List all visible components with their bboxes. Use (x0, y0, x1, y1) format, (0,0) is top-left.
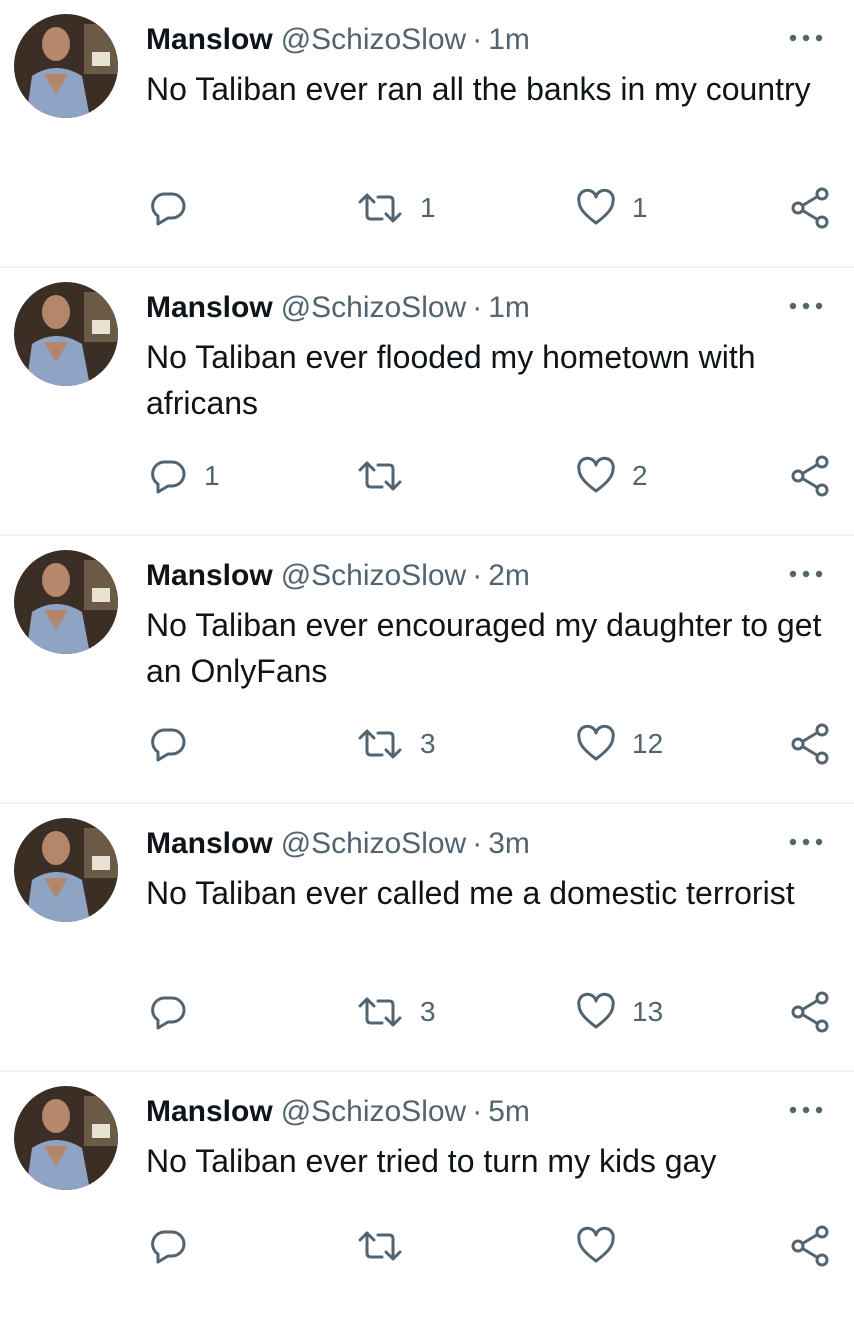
like-button[interactable]: 13 (576, 988, 663, 1036)
like-button[interactable] (576, 1222, 632, 1270)
tweet-header: Manslow @SchizoSlow · 1m (146, 20, 530, 60)
retweet-button[interactable]: 1 (356, 184, 436, 232)
like-button[interactable]: 1 (576, 184, 648, 232)
share-button[interactable] (788, 184, 832, 232)
avatar[interactable] (14, 282, 118, 386)
separator: · (472, 1095, 483, 1128)
reply-icon (151, 1230, 186, 1264)
reply-icon (151, 996, 186, 1030)
author-name[interactable]: Manslow (146, 824, 273, 864)
timestamp[interactable]: 2m (488, 556, 530, 596)
avatar[interactable] (14, 14, 118, 118)
reply-button[interactable] (148, 988, 204, 1036)
reply-button[interactable] (148, 1222, 204, 1270)
retweet-count: 1 (420, 192, 436, 223)
more-icon[interactable] (786, 1098, 826, 1122)
tweet[interactable]: Manslow @SchizoSlow · 3m No Taliban ever… (0, 804, 854, 1072)
author-handle[interactable]: @SchizoSlow (281, 556, 467, 596)
tweet-text: No Taliban ever encouraged my daughter t… (146, 607, 822, 689)
like-count: 12 (632, 728, 664, 759)
like-count: 13 (632, 996, 664, 1027)
more-icon[interactable] (786, 26, 826, 50)
share-icon (791, 455, 829, 497)
retweet-icon (358, 729, 402, 759)
reply-button[interactable]: 1 (148, 452, 220, 500)
action-bar: 1 1 (0, 184, 854, 232)
reply-icon (151, 192, 186, 226)
avatar[interactable] (14, 550, 118, 654)
avatar[interactable] (14, 818, 118, 922)
author-handle[interactable]: @SchizoSlow (281, 20, 467, 60)
tweet-feed: Manslow @SchizoSlow · 1m No Taliban ever… (0, 0, 854, 1280)
more-icon[interactable] (786, 830, 826, 854)
retweet-button[interactable] (356, 452, 420, 500)
heart-icon (577, 992, 615, 1029)
author-name[interactable]: Manslow (146, 556, 273, 596)
author-handle[interactable]: @SchizoSlow (281, 824, 467, 864)
timestamp[interactable]: 1m (488, 20, 530, 60)
action-bar: 1 2 (0, 452, 854, 500)
reply-count: 1 (204, 460, 220, 491)
author-name[interactable]: Manslow (146, 1092, 273, 1132)
tweet[interactable]: Manslow @SchizoSlow · 1m No Taliban ever… (0, 0, 854, 268)
share-icon (791, 1225, 829, 1267)
heart-icon (577, 724, 615, 761)
author-handle[interactable]: @SchizoSlow (281, 288, 467, 328)
timestamp[interactable]: 3m (488, 824, 530, 864)
share-button[interactable] (788, 988, 832, 1036)
like-count: 2 (632, 460, 648, 491)
retweet-icon (358, 1231, 402, 1261)
share-button[interactable] (788, 1222, 832, 1270)
tweet[interactable]: Manslow @SchizoSlow · 5m No Taliban ever… (0, 1072, 854, 1340)
retweet-icon (358, 997, 402, 1027)
separator: · (472, 291, 483, 324)
tweet[interactable]: Manslow @SchizoSlow · 1m No Taliban ever… (0, 268, 854, 536)
separator: · (472, 23, 483, 56)
tweet-header: Manslow @SchizoSlow · 3m (146, 824, 530, 864)
author-handle[interactable]: @SchizoSlow (281, 1092, 467, 1132)
tweet-text: No Taliban ever ran all the banks in my … (146, 71, 811, 107)
action-bar: 3 13 (0, 988, 854, 1036)
timestamp[interactable]: 1m (488, 288, 530, 328)
tweet-header: Manslow @SchizoSlow · 5m (146, 1092, 530, 1132)
action-bar (0, 1222, 854, 1270)
more-icon[interactable] (786, 294, 826, 318)
retweet-button[interactable] (356, 1222, 420, 1270)
author-name[interactable]: Manslow (146, 288, 273, 328)
like-button[interactable]: 12 (576, 720, 663, 768)
retweet-icon (358, 193, 402, 223)
reply-icon (151, 460, 186, 494)
author-name[interactable]: Manslow (146, 20, 273, 60)
tweet-text: No Taliban ever called me a domestic ter… (146, 875, 795, 911)
heart-icon (577, 188, 615, 225)
share-icon (791, 187, 829, 229)
share-icon (791, 723, 829, 765)
share-button[interactable] (788, 720, 832, 768)
more-icon[interactable] (786, 562, 826, 586)
heart-icon (577, 1226, 615, 1263)
retweet-count: 3 (420, 996, 436, 1027)
share-icon (791, 991, 829, 1033)
retweet-button[interactable]: 3 (356, 720, 436, 768)
tweet-header: Manslow @SchizoSlow · 2m (146, 556, 530, 596)
tweet-text: No Taliban ever tried to turn my kids ga… (146, 1143, 717, 1179)
heart-icon (577, 456, 615, 493)
timestamp[interactable]: 5m (488, 1092, 530, 1132)
separator: · (472, 827, 483, 860)
avatar[interactable] (14, 1086, 118, 1190)
retweet-button[interactable]: 3 (356, 988, 436, 1036)
tweet-header: Manslow @SchizoSlow · 1m (146, 288, 530, 328)
tweet-text: No Taliban ever flooded my hometown with… (146, 339, 756, 421)
reply-icon (151, 728, 186, 762)
retweet-icon (358, 461, 402, 491)
separator: · (472, 559, 483, 592)
reply-button[interactable] (148, 720, 204, 768)
like-count: 1 (632, 192, 648, 223)
reply-button[interactable] (148, 184, 204, 232)
action-bar: 3 12 (0, 720, 854, 768)
retweet-count: 3 (420, 728, 436, 759)
share-button[interactable] (788, 452, 832, 500)
like-button[interactable]: 2 (576, 452, 648, 500)
tweet[interactable]: Manslow @SchizoSlow · 2m No Taliban ever… (0, 536, 854, 804)
